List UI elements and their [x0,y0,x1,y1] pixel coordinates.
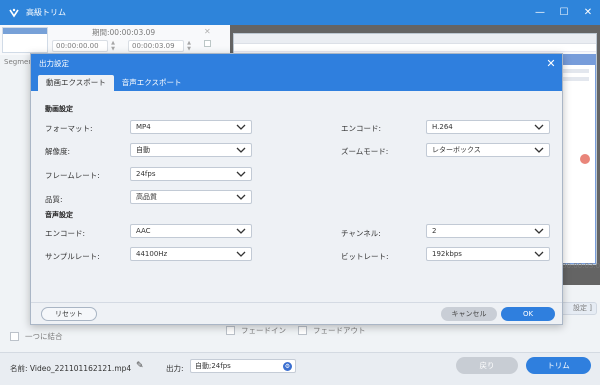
resolution-select[interactable]: 自動 [130,143,252,157]
format-value: MP4 [136,123,151,131]
chevron-down-icon [534,251,544,257]
frame-rate-select[interactable]: 24fps [130,167,252,181]
app-logo-icon [8,7,20,19]
bitrate-select[interactable]: 192kbps [426,247,550,261]
ok-button[interactable]: OK [501,307,555,321]
zoom-mode-select[interactable]: レターボックス [426,143,550,157]
dialog-title: 出力設定 [39,59,69,68]
video-section-title: 動画設定 [45,105,73,113]
zoom-mode-label: ズームモード: [341,147,389,156]
audio-encode-value: AAC [136,227,151,235]
frame-rate-value: 24fps [136,170,156,178]
bitrate-label: ビットレート: [341,252,389,261]
app-title: 高級トリム [26,8,66,17]
channel-select[interactable]: 2 [426,224,550,238]
format-label: フォーマット: [45,124,93,133]
bitrate-value: 192kbps [432,250,462,258]
tab-video-export[interactable]: 動画エクスポート [38,75,114,91]
video-encode-label: エンコード: [341,124,382,133]
back-button[interactable]: 戻り [456,357,518,374]
tab-audio-export[interactable]: 音声エクスポート [114,75,190,91]
chevron-down-icon [534,147,544,153]
resolution-value: 自動 [136,146,150,154]
chevron-down-icon [236,147,246,153]
close-window-button[interactable]: ✕ [576,7,600,18]
chevron-down-icon [236,171,246,177]
video-encode-select[interactable]: H.264 [426,120,550,134]
sample-rate-label: サンプルレート: [45,252,100,261]
audio-encode-select[interactable]: AAC [130,224,252,238]
file-name: 名前: Video_221101162121.mp4 [10,364,132,373]
chevron-down-icon [236,228,246,234]
edit-name-icon[interactable]: ✎ [136,361,144,371]
quality-select[interactable]: 高品質 [130,190,252,204]
output-label: 出力: [166,364,184,373]
quality-label: 品質: [45,195,63,204]
output-settings-dialog: 出力設定 ✕ 動画エクスポート 音声エクスポート 動画設定 フォーマット: MP… [30,53,563,325]
output-field[interactable]: 自動;24fps ⚙ [190,359,296,373]
output-settings-icon[interactable]: ⚙ [283,362,292,371]
sample-rate-value: 44100Hz [136,250,168,258]
chevron-down-icon [534,124,544,130]
cancel-button[interactable]: キャンセル [441,307,497,321]
reset-button[interactable]: リセット [41,307,97,321]
dialog-tabs: 動画エクスポート 音声エクスポート [31,73,562,91]
sample-rate-select[interactable]: 44100Hz [130,247,252,261]
channel-label: チャンネル: [341,229,381,238]
chevron-down-icon [236,124,246,130]
minimize-button[interactable]: — [528,7,552,18]
title-bar: 高級トリム — ☐ ✕ [0,0,600,25]
dialog-divider [31,302,562,303]
format-select[interactable]: MP4 [130,120,252,134]
audio-section-title: 音声設定 [45,211,73,219]
trim-button[interactable]: トリム [526,357,591,374]
maximize-button[interactable]: ☐ [552,7,576,18]
frame-rate-label: フレームレート: [45,171,100,180]
chevron-down-icon [534,228,544,234]
zoom-mode-value: レターボックス [432,146,481,154]
output-value: 自動;24fps [195,362,231,370]
audio-encode-label: エンコード: [45,229,86,238]
channel-value: 2 [432,227,437,235]
quality-value: 高品質 [136,193,157,201]
dialog-header: 出力設定 ✕ [31,54,562,73]
video-encode-value: H.264 [432,123,453,131]
resolution-label: 解像度: [45,147,71,156]
chevron-down-icon [236,194,246,200]
chevron-down-icon [236,251,246,257]
close-icon[interactable]: ✕ [540,57,562,70]
